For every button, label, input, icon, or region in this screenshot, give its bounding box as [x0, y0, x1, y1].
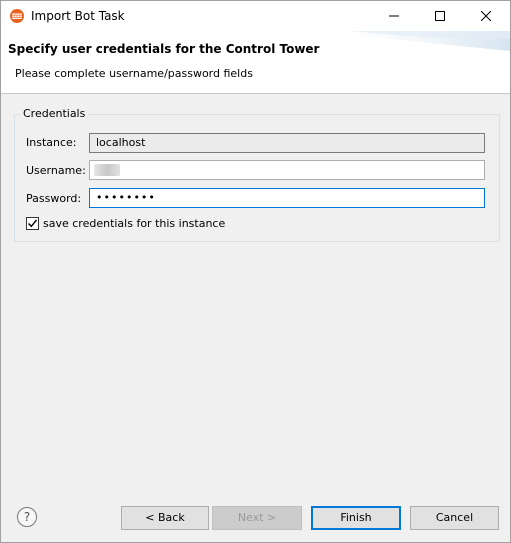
- next-button[interactable]: Next >: [212, 506, 302, 530]
- window-title: Import Bot Task: [31, 9, 125, 23]
- banner-decoration: [310, 31, 510, 51]
- save-credentials-checkbox[interactable]: [26, 217, 39, 230]
- close-icon: [481, 11, 491, 21]
- maximize-button[interactable]: [417, 1, 463, 31]
- title-bar: Import Bot Task: [1, 1, 510, 31]
- redacted-username: [94, 164, 120, 176]
- checkmark-icon: [28, 219, 38, 228]
- page-title: Specify user credentials for the Control…: [8, 42, 320, 56]
- instance-field: localhost: [89, 133, 485, 153]
- password-label: Password:: [26, 192, 82, 205]
- password-value: ••••••••: [96, 191, 156, 204]
- maximize-icon: [435, 11, 445, 21]
- app-icon: [10, 9, 24, 23]
- cancel-button[interactable]: Cancel: [410, 506, 499, 530]
- page-description: Please complete username/password fields: [15, 67, 253, 80]
- close-button[interactable]: [463, 1, 509, 31]
- instance-value: localhost: [96, 136, 146, 149]
- help-icon: ?: [23, 510, 31, 524]
- username-label: Username:: [26, 164, 86, 177]
- import-bot-task-dialog: Import Bot Task Specify user credentials…: [0, 0, 511, 543]
- save-credentials-label[interactable]: save credentials for this instance: [43, 217, 225, 230]
- finish-button[interactable]: Finish: [311, 506, 401, 530]
- wizard-banner: Specify user credentials for the Control…: [1, 31, 510, 94]
- minimize-icon: [389, 15, 399, 17]
- username-field[interactable]: [89, 160, 485, 180]
- back-button[interactable]: < Back: [121, 506, 209, 530]
- password-field[interactable]: ••••••••: [89, 188, 485, 208]
- credentials-group-label: Credentials: [20, 107, 89, 120]
- instance-label: Instance:: [26, 136, 77, 149]
- help-button[interactable]: ?: [17, 507, 37, 527]
- minimize-button[interactable]: [371, 1, 417, 31]
